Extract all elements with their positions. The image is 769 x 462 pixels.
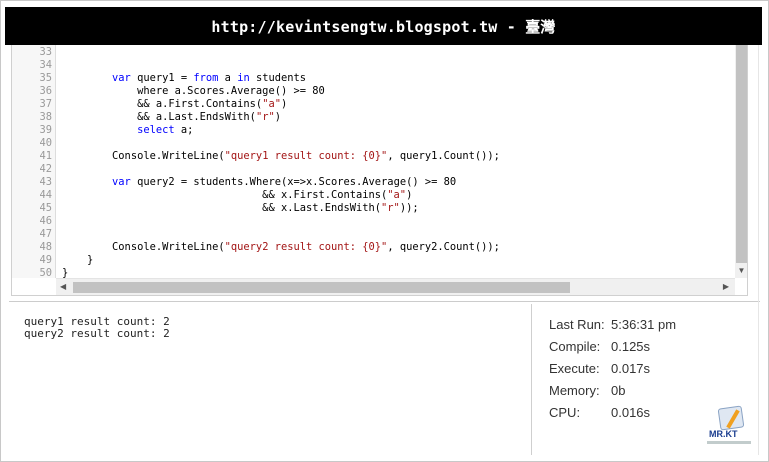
line-number: 49	[39, 254, 52, 266]
code-text: )	[280, 98, 288, 110]
line-number-gutter: 33 34 35 36 37 38 39 40 41 42 43 44 45 46 47 48 49 50	[12, 45, 56, 279]
line-number: 50	[39, 267, 52, 279]
code-string: "a"	[387, 189, 407, 201]
code-line: && x.First.Contains("a")	[62, 189, 412, 202]
panel-divider	[9, 301, 760, 302]
line-number: 37	[39, 98, 52, 110]
code-text: }	[62, 254, 94, 266]
code-text: && a.Last.EndsWith(	[62, 111, 256, 123]
line-number: 41	[39, 150, 52, 162]
code-text: , query1.Count());	[387, 150, 500, 162]
code-text: && x.Last.EndsWith(	[62, 202, 382, 214]
code-line: && a.Last.EndsWith("r")	[62, 111, 281, 124]
stat-value: 0.125s	[611, 339, 651, 354]
logo-text: MR.KT	[709, 429, 738, 439]
stat-label: Compile:	[549, 339, 601, 354]
code-line: select a;	[62, 124, 193, 137]
line-number: 42	[39, 163, 52, 175]
line-number: 38	[39, 111, 52, 123]
code-text: query1 =	[130, 72, 194, 84]
stat-value: 0.016s	[611, 405, 651, 420]
code-text: a;	[174, 124, 194, 136]
code-string: "query2 result count: {0}"	[224, 241, 388, 253]
code-text: a	[218, 72, 238, 84]
line-number: 39	[39, 124, 52, 136]
code-text: , query2.Count());	[387, 241, 500, 253]
code-line: Console.WriteLine("query1 result count: …	[62, 150, 500, 163]
line-number: 45	[39, 202, 52, 214]
stat-label: Last Run:	[549, 317, 605, 332]
watermark-banner: http://kevintsengtw.blogspot.tw - 臺灣	[5, 7, 762, 45]
code-text: students	[249, 72, 307, 84]
code-text: && x.First.Contains(	[62, 189, 388, 201]
code-keyword: in	[237, 72, 250, 84]
line-number: 43	[39, 176, 52, 188]
code-text: )	[274, 111, 281, 123]
code-string: "r"	[381, 202, 400, 214]
code-text: Console.WriteLine(	[62, 241, 225, 253]
code-line: && x.Last.EndsWith("r"));	[62, 202, 419, 215]
line-number: 40	[39, 137, 52, 149]
code-keyword: var	[112, 72, 131, 84]
code-line: where a.Scores.Average() >= 80	[62, 85, 325, 98]
stat-value: 0.017s	[611, 361, 651, 376]
code-text: Console.WriteLine(	[62, 150, 225, 162]
line-number: 34	[39, 59, 52, 71]
vertical-scrollbar[interactable]: ▼	[735, 45, 747, 278]
code-text: where a.Scores.Average() >= 80	[62, 85, 325, 97]
line-number: 47	[39, 228, 52, 240]
line-number: 48	[39, 241, 52, 253]
code-text: && a.First.Contains(	[62, 98, 263, 110]
code-line: Console.WriteLine("query2 result count: …	[62, 241, 500, 254]
output-panel: query1 result count: 2 query2 result coun…	[11, 303, 530, 455]
code-text: query2 = students.Where(x=>x.Scores.Aver…	[130, 176, 457, 188]
vertical-scroll-thumb[interactable]	[736, 45, 747, 263]
stat-label: Execute:	[549, 361, 600, 376]
line-number: 35	[39, 72, 52, 84]
right-edge-line	[758, 45, 759, 455]
code-line: var query2 = students.Where(x=>x.Scores.…	[62, 176, 456, 189]
code-keyword: var	[112, 176, 131, 188]
code-line: }	[62, 254, 93, 267]
code-string: "query1 result count: {0}"	[224, 150, 388, 162]
scroll-down-arrow-icon[interactable]: ▼	[737, 266, 746, 275]
banner-title: http://kevintsengtw.blogspot.tw - 臺灣	[211, 17, 556, 36]
code-string: "r"	[255, 111, 275, 123]
stat-value: 0b	[611, 383, 626, 398]
stat-label: CPU:	[549, 405, 581, 420]
stat-label: Memory:	[549, 383, 600, 398]
line-number: 36	[39, 85, 52, 97]
output-line: query2 result count: 2	[24, 327, 170, 340]
code-line: var query1 = from a in students	[62, 72, 306, 85]
code-editor[interactable]: 33 34 35 36 37 38 39 40 41 42 43 44 45 46 47 48 49 50 var…	[11, 45, 748, 296]
mrkt-logo: MR.KT	[707, 405, 751, 453]
scroll-left-arrow-icon[interactable]: ◀	[60, 282, 66, 291]
code-text: ));	[399, 202, 419, 214]
code-line: && a.First.Contains("a")	[62, 98, 287, 111]
code-keyword: from	[193, 72, 219, 84]
page-frame: http://kevintsengtw.blogspot.tw - 臺灣 33 3…	[0, 0, 769, 462]
line-number: 46	[39, 215, 52, 227]
code-keyword: select	[137, 124, 175, 136]
horizontal-scrollbar[interactable]: ◀ ▶	[56, 278, 735, 295]
line-number: 33	[39, 46, 52, 58]
stat-value: 5:36:31 pm	[611, 317, 677, 332]
code-string: "a"	[262, 98, 281, 110]
horizontal-scroll-thumb[interactable]	[73, 282, 570, 293]
scroll-right-arrow-icon[interactable]: ▶	[723, 282, 729, 291]
logo-subtitle-line	[707, 441, 751, 444]
line-number: 44	[39, 189, 52, 201]
code-text: )	[406, 189, 413, 201]
